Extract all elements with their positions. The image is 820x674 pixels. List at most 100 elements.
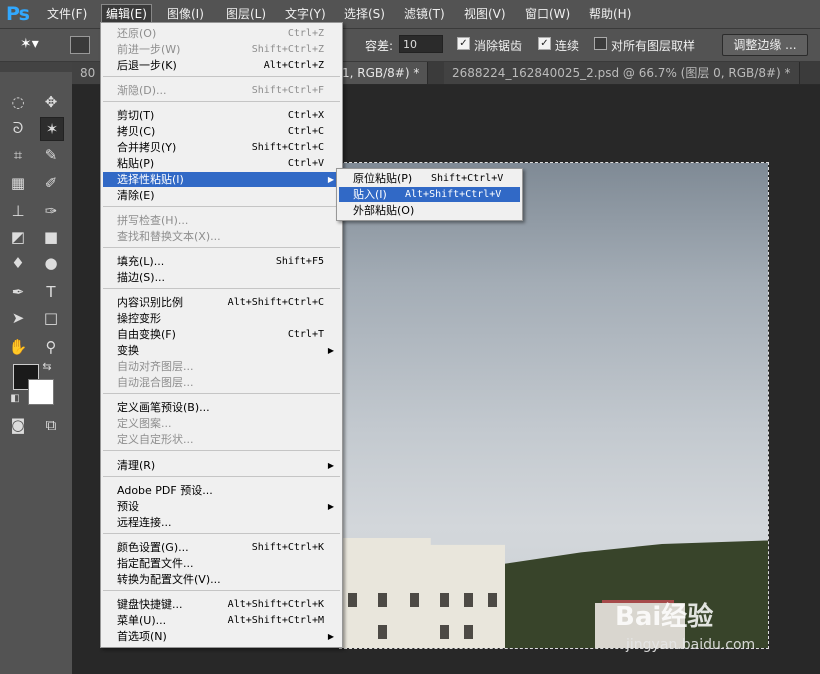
menu-separator	[103, 393, 340, 394]
healing-brush-icon[interactable]: ▦	[7, 172, 29, 194]
document-image[interactable]	[339, 162, 769, 649]
brush-icon[interactable]: ✐	[40, 172, 62, 194]
magic-wand-preset-icon[interactable]: ✶▾	[20, 36, 48, 54]
menu-copy-merged[interactable]: 合并拷贝(Y) Shift+Ctrl+C	[103, 140, 340, 155]
menu-separator	[103, 206, 340, 207]
menu-fade[interactable]: 渐隐(D)... Shift+Ctrl+F	[103, 83, 340, 98]
menu-auto-align-layers[interactable]: 自动对齐图层...	[103, 359, 340, 374]
magic-wand-icon[interactable]: ✶	[40, 117, 64, 141]
menu-view[interactable]: 视图(V)	[460, 5, 510, 23]
tab-document-2[interactable]: 1, RGB/8#) *	[334, 62, 429, 84]
menu-paste-in-place[interactable]: 原位粘贴(P) Shift+Ctrl+V	[339, 171, 520, 186]
swap-colors-icon[interactable]: ⇆	[36, 356, 58, 378]
menu-find-replace[interactable]: 查找和替换文本(X)...	[103, 229, 340, 244]
menu-purge[interactable]: 清理(R) ▶	[103, 458, 340, 473]
history-brush-icon[interactable]: ✑	[40, 200, 62, 222]
contiguous-checkbox[interactable]: ✓	[538, 37, 551, 50]
menu-paste[interactable]: 粘贴(P) Ctrl+V	[103, 156, 340, 171]
window-shape	[488, 593, 497, 607]
menu-separator	[103, 247, 340, 248]
window-shape	[378, 593, 387, 607]
menu-spell-check[interactable]: 拼写检查(H)...	[103, 213, 340, 228]
eraser-icon[interactable]: ◩	[7, 226, 29, 248]
selection-mode-icon[interactable]	[70, 36, 90, 54]
window-shape	[440, 625, 449, 639]
menu-step-forward[interactable]: 前进一步(W) Shift+Ctrl+Z	[103, 42, 340, 57]
default-colors-icon[interactable]: ◧	[4, 388, 26, 410]
menu-define-brush[interactable]: 定义画笔预设(B)...	[103, 400, 340, 415]
menu-type[interactable]: 文字(Y)	[281, 5, 330, 23]
pen-icon[interactable]: ✒	[7, 281, 29, 303]
menu-paste-outside[interactable]: 外部粘贴(O)	[339, 203, 520, 218]
photoshop-logo: Ps	[6, 3, 30, 25]
path-selection-icon[interactable]: ➤	[7, 307, 29, 329]
crop-icon[interactable]: ⌗	[7, 144, 29, 166]
menu-stroke[interactable]: 描边(S)...	[103, 270, 340, 285]
menu-filter[interactable]: 滤镜(T)	[400, 5, 449, 23]
menu-edit[interactable]: 编辑(E)	[101, 4, 152, 24]
screen-mode-icon[interactable]: ⧉	[40, 414, 62, 436]
menu-separator	[103, 76, 340, 77]
sample-all-layers-checkbox[interactable]	[594, 37, 607, 50]
dodge-icon[interactable]: ●	[40, 252, 62, 274]
menu-assign-profile[interactable]: 指定配置文件...	[103, 556, 340, 571]
window-shape	[464, 625, 473, 639]
type-icon[interactable]: T	[40, 281, 62, 303]
submenu-arrow-icon: ▶	[327, 632, 334, 641]
menu-auto-blend-layers[interactable]: 自动混合图层...	[103, 375, 340, 390]
menu-help[interactable]: 帮助(H)	[585, 5, 635, 23]
lasso-icon[interactable]: ᘐ	[7, 117, 29, 139]
toolbox-header[interactable]	[0, 62, 72, 72]
menu-image[interactable]: 图像(I)	[163, 5, 208, 23]
menu-remote-connections[interactable]: 远程连接...	[103, 515, 340, 530]
hand-icon[interactable]: ✋	[7, 336, 29, 358]
background-color-swatch[interactable]	[28, 379, 54, 405]
tolerance-input[interactable]: 10	[399, 35, 443, 53]
marquee-icon[interactable]: ◌	[7, 91, 29, 113]
antialias-label: 消除锯齿	[474, 39, 523, 53]
building-shape	[340, 538, 505, 648]
menu-presets[interactable]: 预设 ▶	[103, 499, 340, 514]
tab-document-3[interactable]: 2688224_162840025_2.psd @ 66.7% (图层 0, R…	[444, 62, 800, 84]
menu-transform[interactable]: 变换 ▶	[103, 343, 340, 358]
menu-select[interactable]: 选择(S)	[340, 5, 389, 23]
menu-pdf-presets[interactable]: Adobe PDF 预设...	[103, 483, 340, 498]
window-shape	[410, 593, 419, 607]
clone-stamp-icon[interactable]: ⊥	[7, 200, 29, 222]
toolbox: ◌ ✥ ᘐ ✶ ⌗ ✎ ▦ ✐ ⊥ ✑ ◩ ■ ♦ ● ✒ T ➤ □ ✋ ⚲ …	[0, 62, 73, 674]
move-icon[interactable]: ✥	[40, 91, 62, 113]
window-shape	[440, 593, 449, 607]
refine-edge-button[interactable]: 调整边缘 ...	[722, 34, 808, 56]
menu-layer[interactable]: 图层(L)	[222, 5, 270, 23]
rectangle-shape-icon[interactable]: □	[40, 307, 62, 329]
menu-preferences[interactable]: 首选项(N) ▶	[103, 629, 340, 644]
menu-file[interactable]: 文件(F)	[43, 5, 91, 23]
menu-color-settings[interactable]: 颜色设置(G)... Shift+Ctrl+K	[103, 540, 340, 555]
menu-paste-special[interactable]: 选择性粘贴(I) ▶	[103, 172, 340, 187]
menu-define-custom-shape[interactable]: 定义自定形状...	[103, 432, 340, 447]
menu-copy[interactable]: 拷贝(C) Ctrl+C	[103, 124, 340, 139]
menu-keyboard-shortcuts[interactable]: 键盘快捷键... Alt+Shift+Ctrl+K	[103, 597, 340, 612]
submenu-arrow-icon: ▶	[327, 346, 334, 355]
zoom-icon[interactable]: ⚲	[40, 336, 62, 358]
menu-step-backward[interactable]: 后退一步(K) Alt+Ctrl+Z	[103, 58, 340, 73]
blur-icon[interactable]: ♦	[7, 252, 29, 274]
eyedropper-icon[interactable]: ✎	[40, 144, 62, 166]
menu-clear[interactable]: 清除(E)	[103, 188, 340, 203]
gradient-icon[interactable]: ■	[40, 226, 62, 248]
menu-undo[interactable]: 还原(O) Ctrl+Z	[103, 26, 340, 41]
antialias-checkbox[interactable]: ✓	[457, 37, 470, 50]
menu-puppet-warp[interactable]: 操控变形	[103, 311, 340, 326]
menu-define-pattern[interactable]: 定义图案...	[103, 416, 340, 431]
menu-content-aware-scale[interactable]: 内容识别比例 Alt+Shift+Ctrl+C	[103, 295, 340, 310]
tab-document-1[interactable]: 80	[72, 62, 101, 84]
menu-cut[interactable]: 剪切(T) Ctrl+X	[103, 108, 340, 123]
menu-fill[interactable]: 填充(L)... Shift+F5	[103, 254, 340, 269]
menu-paste-into[interactable]: 贴入(I) Alt+Shift+Ctrl+V	[339, 187, 520, 202]
quick-mask-icon[interactable]: ◙	[7, 414, 29, 436]
menu-menus[interactable]: 菜单(U)... Alt+Shift+Ctrl+M	[103, 613, 340, 628]
submenu-arrow-icon: ▶	[327, 175, 334, 184]
menu-free-transform[interactable]: 自由变换(F) Ctrl+T	[103, 327, 340, 342]
menu-convert-profile[interactable]: 转换为配置文件(V)...	[103, 572, 340, 587]
menu-window[interactable]: 窗口(W)	[521, 5, 574, 23]
